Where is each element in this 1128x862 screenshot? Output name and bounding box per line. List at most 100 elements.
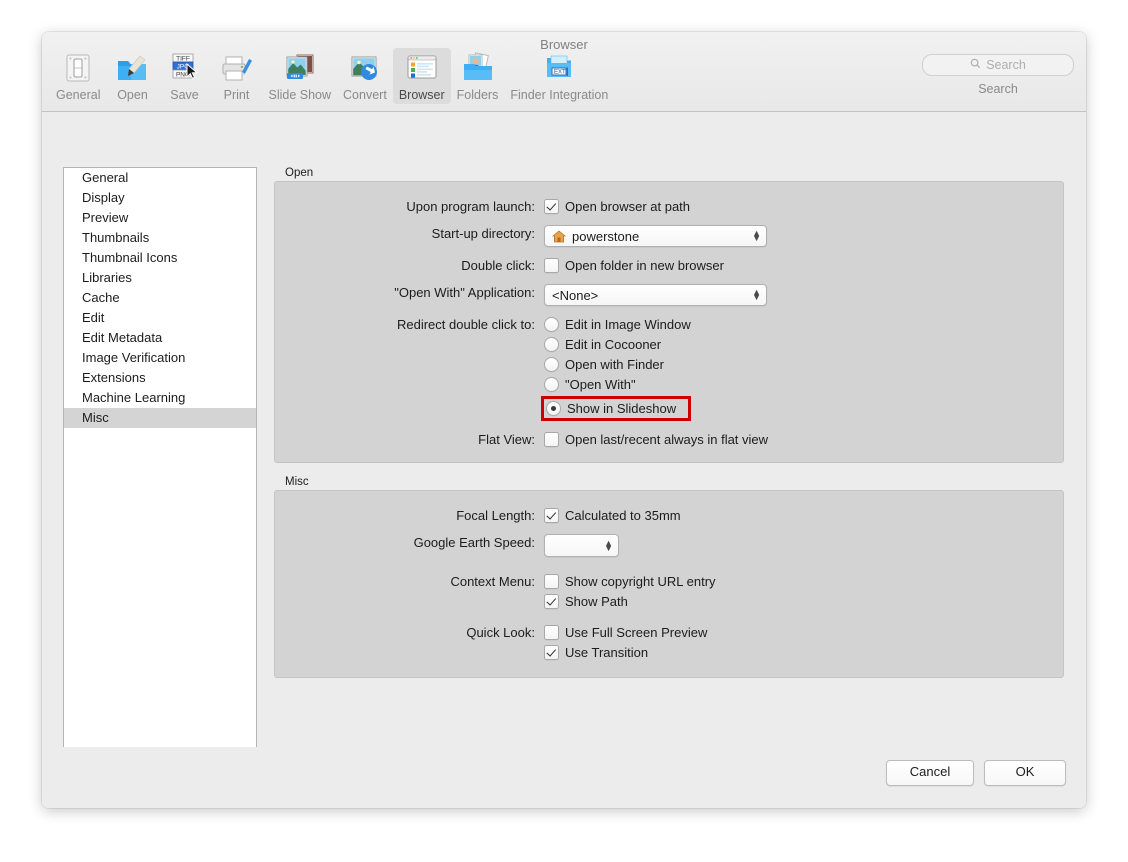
quick-look-checkbox[interactable]	[544, 625, 559, 640]
settings-sidebar[interactable]: General Display Preview Thumbnails Thumbnail…	[63, 167, 257, 783]
search-caption: Search	[978, 82, 1018, 96]
redirect-radio[interactable]	[544, 357, 559, 372]
redirect-option-edit-in-image-window[interactable]: Edit in Image Window	[544, 316, 691, 333]
redirect-option-show-in-slideshow[interactable]: Show in Slideshow	[541, 396, 691, 421]
context-menu-label: Show Path	[565, 594, 628, 609]
sidebar-item-general[interactable]: General	[64, 168, 256, 188]
sidebar-item-thumbnail-icons[interactable]: Thumbnail Icons	[64, 248, 256, 268]
sidebar-item-preview[interactable]: Preview	[64, 208, 256, 228]
open-with-application-popup[interactable]: <None> ▲ ▼	[544, 284, 767, 306]
ok-button[interactable]: OK	[984, 760, 1066, 786]
context-menu-show-copyright-url-entry[interactable]: Show copyright URL entry	[544, 573, 716, 590]
redirect-option-edit-in-cocooner[interactable]: Edit in Cocooner	[544, 336, 691, 353]
row-open-with-application: "Open With" Application: <None> ▲ ▼	[275, 284, 1051, 306]
toolbar-item-label: Slide Show	[268, 88, 332, 102]
focal-length-checkbox-row[interactable]: Calculated to 35mm	[544, 507, 681, 524]
context-menu-show-path[interactable]: Show Path	[544, 593, 716, 610]
focal-length-label: Focal Length:	[456, 508, 535, 523]
convert-icon	[345, 51, 385, 85]
row-focal-length: Focal Length: Calculated to 35mm	[275, 507, 1051, 524]
redirect-radio[interactable]	[544, 317, 559, 332]
open-browser-at-path-checkbox[interactable]	[544, 199, 559, 214]
sidebar-item-libraries[interactable]: Libraries	[64, 268, 256, 288]
quick-look-options: Use Full Screen Preview Use Transition	[544, 624, 707, 661]
flat-view-checkbox[interactable]	[544, 432, 559, 447]
row-google-earth-speed: Google Earth Speed: ▲ ▼	[275, 534, 1051, 557]
sidebar-item-misc[interactable]: Misc	[64, 408, 256, 428]
startup-directory-popup[interactable]: powerstone ▲ ▼	[544, 225, 767, 247]
preferences-window: Browser General Open TIFF JPG PNG Save Print Sl…	[42, 32, 1086, 808]
redirect-radio[interactable]	[546, 401, 561, 416]
window-body: General Display Preview Thumbnails Thumbnail…	[42, 112, 1086, 808]
search-placeholder: Search	[986, 58, 1026, 72]
dialog-footer: Cancel OK	[42, 747, 1086, 808]
toolbar-search-area: Search Search	[922, 54, 1074, 96]
toolbar-item-print[interactable]: Print	[210, 48, 262, 104]
redirect-option-open-with-finder[interactable]: Open with Finder	[544, 356, 691, 373]
toolbar-item-browser[interactable]: Browser	[392, 48, 451, 104]
flat-view-checkbox-row[interactable]: Open last/recent always in flat view	[544, 431, 768, 448]
google-earth-speed-label: Google Earth Speed:	[413, 535, 535, 550]
open-browser-at-path-checkbox-row[interactable]: Open browser at path	[544, 198, 690, 215]
toolbar-item-label: Browser	[398, 88, 445, 102]
svg-text:.EXT: .EXT	[553, 70, 567, 76]
quick-look-use-transition[interactable]: Use Transition	[544, 644, 707, 661]
chevron-updown-icon: ▲ ▼	[752, 287, 761, 302]
cancel-button[interactable]: Cancel	[886, 760, 974, 786]
redirect-radio-group: Edit in Image Window Edit in Cocooner Open…	[541, 316, 691, 421]
redirect-radio[interactable]	[544, 377, 559, 392]
search-icon	[970, 58, 981, 72]
context-menu-checkbox[interactable]	[544, 574, 559, 589]
row-flat-view: Flat View: Open last/recent always in fl…	[275, 431, 1051, 448]
focal-length-checkbox-label: Calculated to 35mm	[565, 508, 681, 523]
flat-view-label: Flat View:	[478, 432, 535, 447]
toolbar-item-slide-show[interactable]: Slide Show	[262, 48, 337, 104]
flat-view-checkbox-label: Open last/recent always in flat view	[565, 432, 769, 447]
toolbar-item-save[interactable]: TIFF JPG PNG Save	[158, 48, 210, 104]
quick-look-checkbox[interactable]	[544, 645, 559, 660]
chevron-updown-icon: ▲ ▼	[604, 537, 613, 553]
startup-directory-label: Start-up directory:	[431, 226, 535, 241]
quick-look-use-full-screen-preview[interactable]: Use Full Screen Preview	[544, 624, 707, 641]
open-browser-at-path-label: Open browser at path	[565, 199, 691, 214]
sidebar-item-machine-learning[interactable]: Machine Learning	[64, 388, 256, 408]
redirect-option-open-with[interactable]: "Open With"	[544, 376, 691, 393]
toolbar-item-convert[interactable]: Convert	[337, 48, 393, 104]
open-group-box: Upon program launch: Open browser at pat…	[274, 181, 1064, 463]
search-input[interactable]: Search	[922, 54, 1074, 76]
context-menu-checkbox[interactable]	[544, 594, 559, 609]
printer-icon	[216, 51, 256, 85]
focal-length-checkbox[interactable]	[544, 508, 559, 523]
open-with-application-value: <None>	[552, 287, 599, 303]
sidebar-item-edit-metadata[interactable]: Edit Metadata	[64, 328, 256, 348]
double-click-label: Double click:	[461, 258, 535, 273]
quick-look-label: Use Transition	[565, 645, 649, 660]
sidebar-item-display[interactable]: Display	[64, 188, 256, 208]
folder-ext-icon: .EXT	[539, 51, 579, 85]
row-double-click: Double click: Open folder in new browser	[275, 257, 1051, 274]
sidebar-item-image-verification[interactable]: Image Verification	[64, 348, 256, 368]
toolbar-item-finder-integration[interactable]: .EXT Finder Integration	[504, 48, 614, 104]
misc-group-box: Focal Length: Calculated to 35mm Google …	[274, 490, 1064, 678]
redirect-radio[interactable]	[544, 337, 559, 352]
open-folder-new-browser-checkbox-row[interactable]: Open folder in new browser	[544, 257, 724, 274]
startup-directory-value: powerstone	[572, 228, 640, 244]
redirect-option-label: Open with Finder	[565, 357, 664, 372]
sidebar-item-extensions[interactable]: Extensions	[64, 368, 256, 388]
google-earth-speed-stepper[interactable]: ▲ ▼	[544, 534, 619, 557]
toolbar-item-folders[interactable]: Folders	[451, 48, 505, 104]
row-upon-program-launch: Upon program launch: Open browser at pat…	[275, 198, 1051, 215]
sidebar-item-cache[interactable]: Cache	[64, 288, 256, 308]
sidebar-item-edit[interactable]: Edit	[64, 308, 256, 328]
redirect-option-label: "Open With"	[565, 377, 636, 392]
chevron-updown-icon: ▲ ▼	[752, 228, 761, 243]
quick-look-label: Use Full Screen Preview	[565, 625, 708, 640]
slideshow-icon	[280, 51, 320, 85]
toolbar-item-general[interactable]: General	[50, 48, 106, 104]
sidebar-item-thumbnails[interactable]: Thumbnails	[64, 228, 256, 248]
open-with-application-label: "Open With" Application:	[394, 285, 535, 300]
toolbar-item-open[interactable]: Open	[106, 48, 158, 104]
toolbar-item-label: Save	[170, 88, 199, 102]
toolbar-item-label: Open	[117, 88, 148, 102]
open-folder-new-browser-checkbox[interactable]	[544, 258, 559, 273]
